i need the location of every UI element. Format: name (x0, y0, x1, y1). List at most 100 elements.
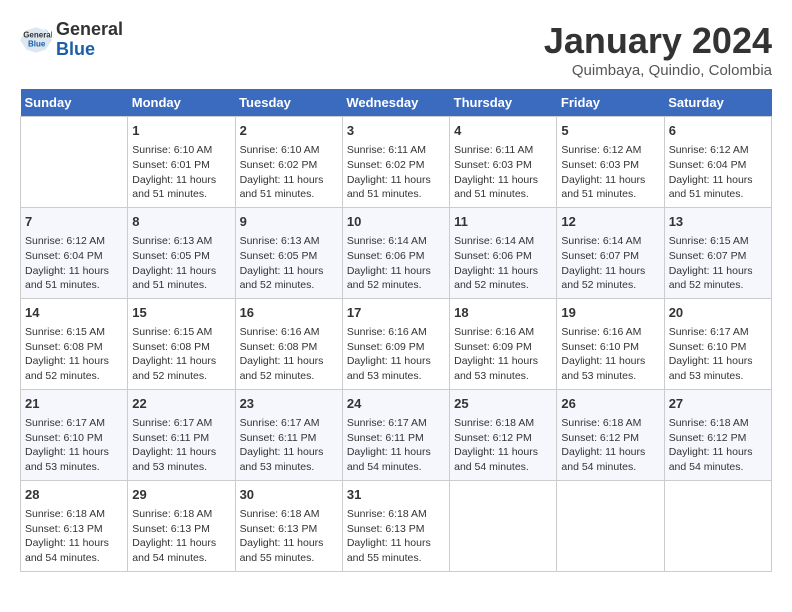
sunset-text: Sunset: 6:04 PM (669, 159, 747, 171)
sunrise-text: Sunrise: 6:14 AM (347, 235, 427, 247)
day-cell: 26Sunrise: 6:18 AMSunset: 6:12 PMDayligh… (557, 389, 664, 480)
daylight-text: Daylight: 11 hours and 53 minutes. (347, 355, 431, 382)
svg-text:Blue: Blue (28, 39, 46, 48)
sunset-text: Sunset: 6:10 PM (25, 432, 103, 444)
day-number: 10 (347, 213, 445, 231)
day-number: 19 (561, 304, 659, 322)
daylight-text: Daylight: 11 hours and 52 minutes. (240, 355, 324, 382)
day-number: 12 (561, 213, 659, 231)
sunrise-text: Sunrise: 6:10 AM (132, 144, 212, 156)
day-cell (21, 117, 128, 208)
daylight-text: Daylight: 11 hours and 52 minutes. (347, 265, 431, 292)
day-cell (664, 480, 771, 571)
sunrise-text: Sunrise: 6:15 AM (669, 235, 749, 247)
daylight-text: Daylight: 11 hours and 52 minutes. (25, 355, 109, 382)
logo-icon: General Blue (20, 24, 52, 56)
sunrise-text: Sunrise: 6:14 AM (561, 235, 641, 247)
day-number: 29 (132, 486, 230, 504)
sunrise-text: Sunrise: 6:17 AM (240, 417, 320, 429)
daylight-text: Daylight: 11 hours and 55 minutes. (347, 537, 431, 564)
day-number: 27 (669, 395, 767, 413)
day-cell: 2Sunrise: 6:10 AMSunset: 6:02 PMDaylight… (235, 117, 342, 208)
location-text: Quimbaya, Quindio, Colombia (544, 62, 772, 79)
daylight-text: Daylight: 11 hours and 53 minutes. (25, 446, 109, 473)
daylight-text: Daylight: 11 hours and 51 minutes. (561, 174, 645, 201)
day-cell: 11Sunrise: 6:14 AMSunset: 6:06 PMDayligh… (450, 207, 557, 298)
sunrise-text: Sunrise: 6:12 AM (669, 144, 749, 156)
daylight-text: Daylight: 11 hours and 54 minutes. (132, 537, 216, 564)
day-number: 4 (454, 122, 552, 140)
page-header: General Blue General Blue January 2024 Q… (20, 20, 772, 79)
day-number: 14 (25, 304, 123, 322)
sunset-text: Sunset: 6:03 PM (561, 159, 639, 171)
daylight-text: Daylight: 11 hours and 52 minutes. (240, 265, 324, 292)
daylight-text: Daylight: 11 hours and 52 minutes. (561, 265, 645, 292)
daylight-text: Daylight: 11 hours and 52 minutes. (132, 355, 216, 382)
sunset-text: Sunset: 6:03 PM (454, 159, 532, 171)
daylight-text: Daylight: 11 hours and 54 minutes. (347, 446, 431, 473)
day-number: 7 (25, 213, 123, 231)
day-number: 22 (132, 395, 230, 413)
day-number: 16 (240, 304, 338, 322)
daylight-text: Daylight: 11 hours and 53 minutes. (132, 446, 216, 473)
logo: General Blue General Blue (20, 20, 123, 60)
day-cell: 4Sunrise: 6:11 AMSunset: 6:03 PMDaylight… (450, 117, 557, 208)
daylight-text: Daylight: 11 hours and 54 minutes. (561, 446, 645, 473)
daylight-text: Daylight: 11 hours and 51 minutes. (132, 265, 216, 292)
day-cell: 8Sunrise: 6:13 AMSunset: 6:05 PMDaylight… (128, 207, 235, 298)
sunset-text: Sunset: 6:12 PM (454, 432, 532, 444)
day-cell: 9 Sunrise: 6:13 AM Sunset: 6:05 PM Daylight… (235, 207, 342, 298)
day-number: 25 (454, 395, 552, 413)
day-number: 8 (132, 213, 230, 231)
sunrise-text: Sunrise: 6:13 AM (240, 235, 320, 247)
day-number: 6 (669, 122, 767, 140)
day-number: 15 (132, 304, 230, 322)
day-number: 9 (240, 213, 338, 231)
calendar-table: SundayMondayTuesdayWednesdayThursdayFrid… (20, 89, 772, 572)
sunset-text: Sunset: 6:06 PM (454, 250, 532, 262)
sunrise-text: Sunrise: 6:18 AM (132, 508, 212, 520)
sunrise-text: Sunrise: 6:18 AM (240, 508, 320, 520)
sunset-text: Sunset: 6:13 PM (25, 523, 103, 535)
sunrise-text: Sunrise: 6:17 AM (25, 417, 105, 429)
sunset-text: Sunset: 6:10 PM (669, 341, 747, 353)
sunrise-text: Sunrise: 6:10 AM (240, 144, 320, 156)
day-number: 28 (25, 486, 123, 504)
day-cell: 7 Sunrise: 6:12 AM Sunset: 6:04 PM Daylight… (21, 207, 128, 298)
day-number: 26 (561, 395, 659, 413)
day-number: 17 (347, 304, 445, 322)
week-row-3: 14Sunrise: 6:15 AMSunset: 6:08 PMDayligh… (21, 298, 772, 389)
sunset-text: Sunset: 6:12 PM (669, 432, 747, 444)
day-number: 31 (347, 486, 445, 504)
day-cell: 19Sunrise: 6:16 AMSunset: 6:10 PMDayligh… (557, 298, 664, 389)
daylight-text: Daylight: 11 hours and 54 minutes. (454, 446, 538, 473)
sunrise-text: Sunrise: 6:12 AM (25, 235, 105, 247)
day-number: 5 (561, 122, 659, 140)
logo-text: General Blue (56, 20, 123, 60)
daylight-text: Daylight: 11 hours and 51 minutes. (454, 174, 538, 201)
daylight-text: Daylight: 11 hours and 54 minutes. (669, 446, 753, 473)
weekday-header-row: SundayMondayTuesdayWednesdayThursdayFrid… (21, 89, 772, 117)
sunrise-text: Sunrise: 6:16 AM (240, 326, 320, 338)
sunset-text: Sunset: 6:07 PM (561, 250, 639, 262)
day-number: 13 (669, 213, 767, 231)
sunrise-text: Sunrise: 6:16 AM (347, 326, 427, 338)
week-row-1: 1Sunrise: 6:10 AMSunset: 6:01 PMDaylight… (21, 117, 772, 208)
daylight-text: Daylight: 11 hours and 54 minutes. (25, 537, 109, 564)
day-cell: 30Sunrise: 6:18 AMSunset: 6:13 PMDayligh… (235, 480, 342, 571)
weekday-header-saturday: Saturday (664, 89, 771, 117)
sunset-text: Sunset: 6:09 PM (347, 341, 425, 353)
day-cell: 17 Sunrise: 6:16 AM Sunset: 6:09 PM Dayligh… (342, 298, 449, 389)
daylight-text: Daylight: 11 hours and 51 minutes. (347, 174, 431, 201)
daylight-text: Daylight: 11 hours and 51 minutes. (25, 265, 109, 292)
sunset-text: Sunset: 6:04 PM (25, 250, 103, 262)
day-cell: 18Sunrise: 6:16 AMSunset: 6:09 PMDayligh… (450, 298, 557, 389)
day-cell: 25Sunrise: 6:18 AMSunset: 6:12 PMDayligh… (450, 389, 557, 480)
weekday-header-sunday: Sunday (21, 89, 128, 117)
month-title: January 2024 (544, 20, 772, 62)
day-number: 20 (669, 304, 767, 322)
week-row-4: 21Sunrise: 6:17 AMSunset: 6:10 PMDayligh… (21, 389, 772, 480)
day-cell: 3Sunrise: 6:11 AMSunset: 6:02 PMDaylight… (342, 117, 449, 208)
sunset-text: Sunset: 6:10 PM (561, 341, 639, 353)
sunset-text: Sunset: 6:05 PM (240, 250, 318, 262)
